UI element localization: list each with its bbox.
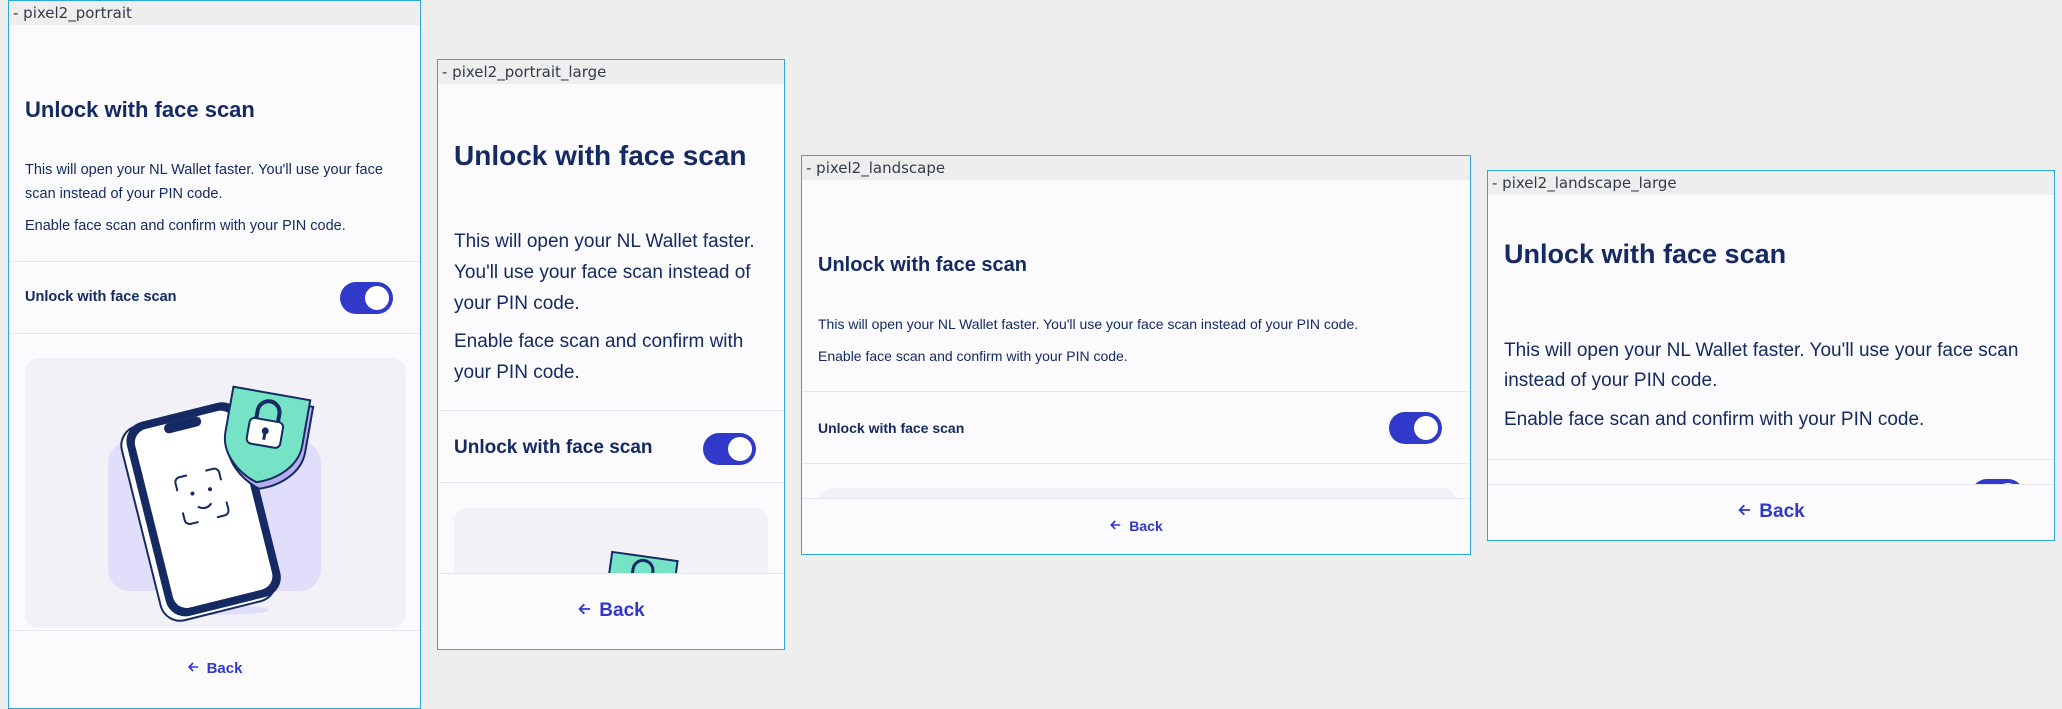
instruction-text: Enable face scan and confirm with your P… <box>1504 409 1925 430</box>
frame-label: - pixel2_portrait_large <box>438 60 784 84</box>
toggle-knob <box>1414 416 1438 440</box>
frame-pixel2-portrait: - pixel2_portrait Unlock with face scan … <box>8 0 421 709</box>
description-text: This will open your NL Wallet faster. Yo… <box>454 231 755 314</box>
arrow-left-icon <box>187 657 199 681</box>
divider <box>1488 459 2054 460</box>
frame-label: - pixel2_portrait <box>9 1 420 25</box>
divider <box>802 463 1470 464</box>
toggle-knob <box>728 437 752 461</box>
frame-label: - pixel2_landscape_large <box>1488 171 2054 195</box>
toggle-label: Unlock with face scan <box>818 420 965 436</box>
bottom-bar: Back <box>1488 484 2054 540</box>
description-text: This will open your NL Wallet faster. Yo… <box>818 316 1359 332</box>
face-scan-toggle[interactable] <box>703 433 756 465</box>
illustration-card <box>454 508 768 574</box>
divider <box>9 261 420 262</box>
face-scan-toggle[interactable] <box>340 282 393 314</box>
instruction-text: Enable face scan and confirm with your P… <box>454 331 744 383</box>
arrow-left-icon <box>577 596 591 626</box>
page-title: Unlock with face scan <box>818 254 1027 276</box>
arrow-left-icon <box>1109 515 1121 537</box>
face-scan-toggle[interactable] <box>1389 412 1442 444</box>
bottom-bar: Back <box>438 573 784 649</box>
description-text: This will open your NL Wallet faster. Yo… <box>25 162 383 202</box>
screen-content: Unlock with face scan This will open you… <box>438 84 784 574</box>
divider <box>438 410 784 411</box>
toggle-label: Unlock with face scan <box>454 437 653 458</box>
screen-content: Unlock with face scan This will open you… <box>1488 195 2054 485</box>
divider <box>9 333 420 334</box>
bottom-bar: Back <box>802 498 1470 554</box>
frame-pixel2-landscape: - pixel2_landscape Unlock with face scan… <box>801 155 1471 555</box>
page-title: Unlock with face scan <box>1504 239 1787 269</box>
instruction-text: Enable face scan and confirm with your P… <box>25 218 346 234</box>
shield-lock-icon <box>605 550 679 574</box>
divider <box>438 482 784 483</box>
screen-content: Unlock with face scan This will open you… <box>802 180 1470 499</box>
frame-pixel2-portrait-large: - pixel2_portrait_large Unlock with face… <box>437 59 785 650</box>
toggle-label: Unlock with face scan <box>25 289 177 305</box>
frame-label: - pixel2_landscape <box>802 156 1470 180</box>
phone-face-scan-lock-illustration <box>108 385 321 622</box>
back-button[interactable]: Back <box>577 596 645 626</box>
back-button[interactable]: Back <box>1109 515 1163 537</box>
back-button[interactable]: Back <box>1737 497 1805 527</box>
back-button[interactable]: Back <box>187 657 243 681</box>
back-label: Back <box>1759 501 1805 522</box>
page-title: Unlock with face scan <box>25 97 255 122</box>
frame-pixel2-landscape-large: - pixel2_landscape_large Unlock with fac… <box>1487 170 2055 541</box>
arrow-left-icon <box>1737 497 1751 527</box>
description-text: This will open your NL Wallet faster. Yo… <box>1504 340 2019 391</box>
toggle-knob <box>365 286 389 310</box>
screen-content: Unlock with face scan This will open you… <box>9 25 420 631</box>
page-title: Unlock with face scan <box>454 140 747 171</box>
illustration-card <box>25 358 406 628</box>
back-label: Back <box>1129 518 1163 534</box>
instruction-text: Enable face scan and confirm with your P… <box>818 348 1128 364</box>
back-label: Back <box>206 660 243 677</box>
back-label: Back <box>599 600 645 621</box>
bottom-bar: Back <box>9 630 420 708</box>
divider <box>802 391 1470 392</box>
